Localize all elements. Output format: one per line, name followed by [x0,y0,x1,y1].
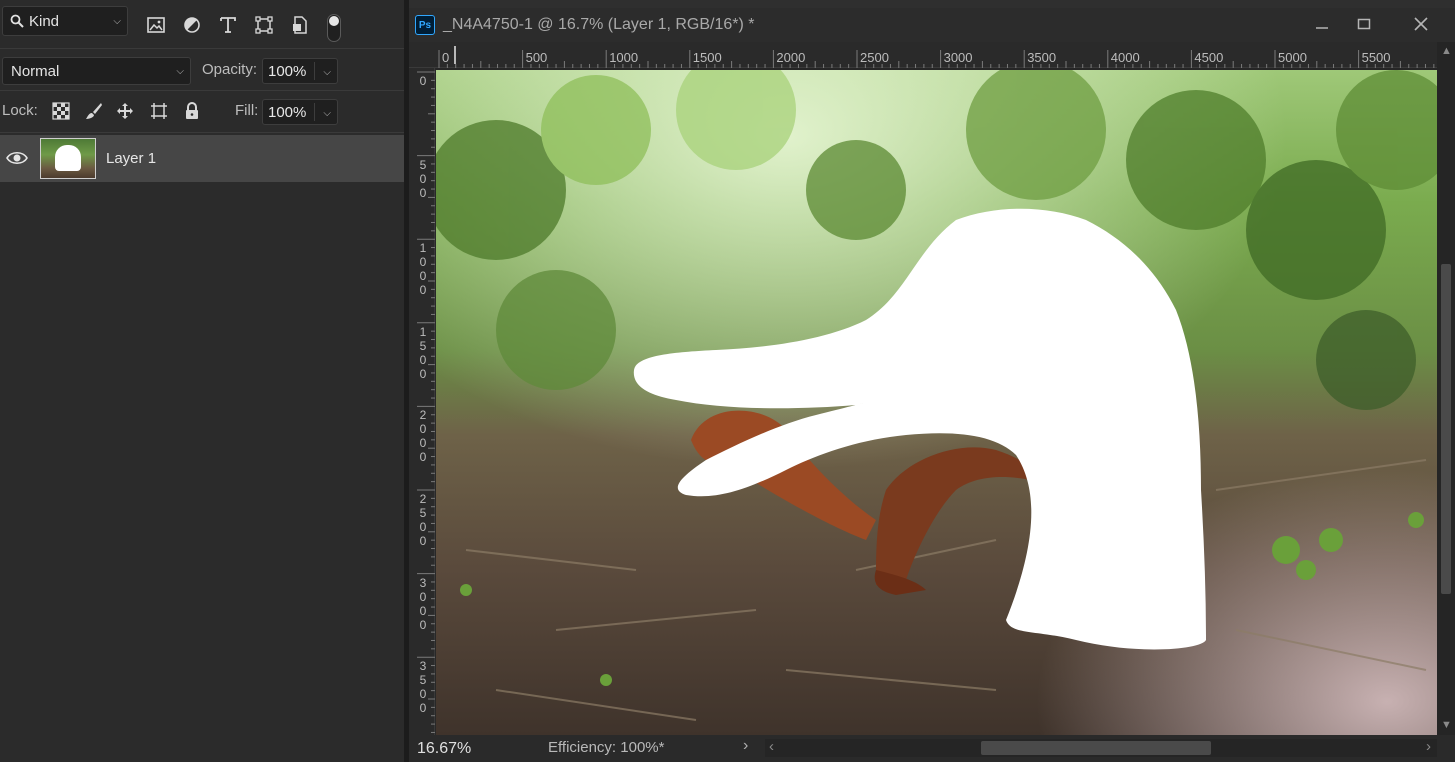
scroll-down-arrow-icon[interactable]: ▼ [1441,719,1452,731]
search-icon [10,14,24,28]
lock-transparent-pixels-icon[interactable] [51,101,71,121]
visibility-eye-icon[interactable] [6,149,28,167]
lock-all-padlock-icon[interactable] [182,101,202,121]
h-ruler-label: 1000 [609,50,639,65]
v-ruler-label: 2000 [419,408,427,465]
chevron-down-icon: ⌵ [176,66,184,77]
h-ruler-label: 4500 [1194,50,1224,65]
shape-filter-icon[interactable] [253,14,275,36]
blend-mode-select[interactable]: Normal ⌵ [2,57,191,85]
fill-input[interactable]: 100% ⌵ [262,99,338,125]
smart-object-filter-icon[interactable] [289,14,311,36]
v-ruler-label: 3500 [419,659,427,716]
filter-kind-label: Kind [29,12,60,30]
divider [0,48,404,49]
fill-value: 100% [268,103,307,121]
minimize-button[interactable] [1302,8,1342,40]
photoshop-app: Kind ⌵ Normal ⌵ Opacity: 100% ⌵ Lock: Fi… [0,0,1455,762]
h-ruler-label: 0 [442,50,450,65]
lock-image-pixels-brush-icon[interactable] [84,101,104,121]
status-bar: 16.67% Efficiency: 100%* › ‹ › [409,735,1455,762]
lock-artboard-icon[interactable] [149,101,169,121]
maximize-button[interactable] [1344,8,1384,40]
h-ruler-label: 2000 [776,50,806,65]
filter-kind-select[interactable]: Kind ⌵ [2,6,128,36]
blend-mode-value: Normal [11,62,60,80]
zoom-level-field[interactable]: 16.67% [417,740,471,758]
adjustment-filter-icon[interactable] [181,14,203,36]
h-ruler-label: 2500 [860,50,889,65]
divider [0,90,404,91]
lock-position-move-icon[interactable] [115,101,135,121]
opacity-value: 100% [268,62,307,80]
h-ruler-label: 4000 [1110,50,1140,65]
photo-canvas-image[interactable] [436,70,1437,735]
status-info-arrow-icon[interactable]: › [743,737,748,755]
filter-toggle-switch[interactable] [327,14,341,42]
horizontal-scrollbar[interactable]: ‹ › [765,738,1437,757]
fill-label: Fill: [235,102,259,119]
background-ruler-strip [409,0,1455,8]
minimize-icon [1316,27,1328,29]
h-ruler-label: 500 [525,50,548,65]
v-ruler-label: 3000 [419,575,427,632]
restore-icon [1357,18,1371,30]
v-ruler-label: 0 [419,74,427,88]
h-ruler-label: 3000 [943,50,973,65]
h-ruler-label: 3500 [1027,50,1057,65]
document-title: _N4A4750-1 @ 16.7% (Layer 1, RGB/16*) * [443,16,755,33]
opacity-label: Opacity: [202,61,258,78]
efficiency-readout: Efficiency: 100%* [548,739,665,756]
opacity-input[interactable]: 100% ⌵ [262,58,338,84]
document-window: Ps _N4A4750-1 @ 16.7% (Layer 1, RGB/16*)… [409,0,1455,762]
h-ruler-label: 1500 [692,50,722,65]
lock-label: Lock: [2,102,38,119]
scroll-up-arrow-icon[interactable]: ▲ [1441,45,1452,57]
vertical-ruler[interactable]: 0 500 1000 1500 2000 2500 3000 3500 [409,68,435,735]
layers-panel: Kind ⌵ Normal ⌵ Opacity: 100% ⌵ Lock: Fi… [0,0,404,762]
horizontal-ruler[interactable]: 0 500 1000 1500 2000 2500 3000 3500 4000 4500 5000… [409,42,1455,68]
v-ruler-label: 500 [419,157,427,200]
type-filter-icon[interactable] [217,14,239,36]
layer-thumbnail[interactable] [40,138,96,179]
close-icon [1414,17,1428,31]
canvas-area[interactable] [436,68,1437,735]
layer-name[interactable]: Layer 1 [106,150,156,167]
v-ruler-label: 1000 [419,241,427,298]
document-title-bar[interactable]: Ps _N4A4750-1 @ 16.7% (Layer 1, RGB/16*)… [409,8,1455,42]
pixel-filter-image-icon[interactable] [145,14,167,36]
chevron-down-icon: ⌵ [113,16,121,27]
layer-row-layer-1[interactable]: Layer 1 [0,135,404,182]
horizontal-scroll-thumb[interactable] [981,741,1211,755]
scroll-right-arrow-icon[interactable]: › [1426,738,1431,755]
photoshop-logo-icon: Ps [415,15,435,35]
h-ruler-label: 5000 [1278,50,1307,65]
h-ruler-label: 5500 [1361,50,1391,65]
chevron-down-icon[interactable]: ⌵ [323,108,331,119]
chevron-down-icon[interactable]: ⌵ [323,67,331,78]
close-button[interactable] [1401,8,1441,40]
v-ruler-label: 2500 [419,492,427,548]
scroll-left-arrow-icon[interactable]: ‹ [769,738,774,755]
v-ruler-label: 1500 [419,324,427,381]
vertical-scrollbar[interactable]: ▲ ▼ [1437,42,1455,735]
divider [0,132,404,133]
vertical-scroll-thumb[interactable] [1441,264,1451,594]
